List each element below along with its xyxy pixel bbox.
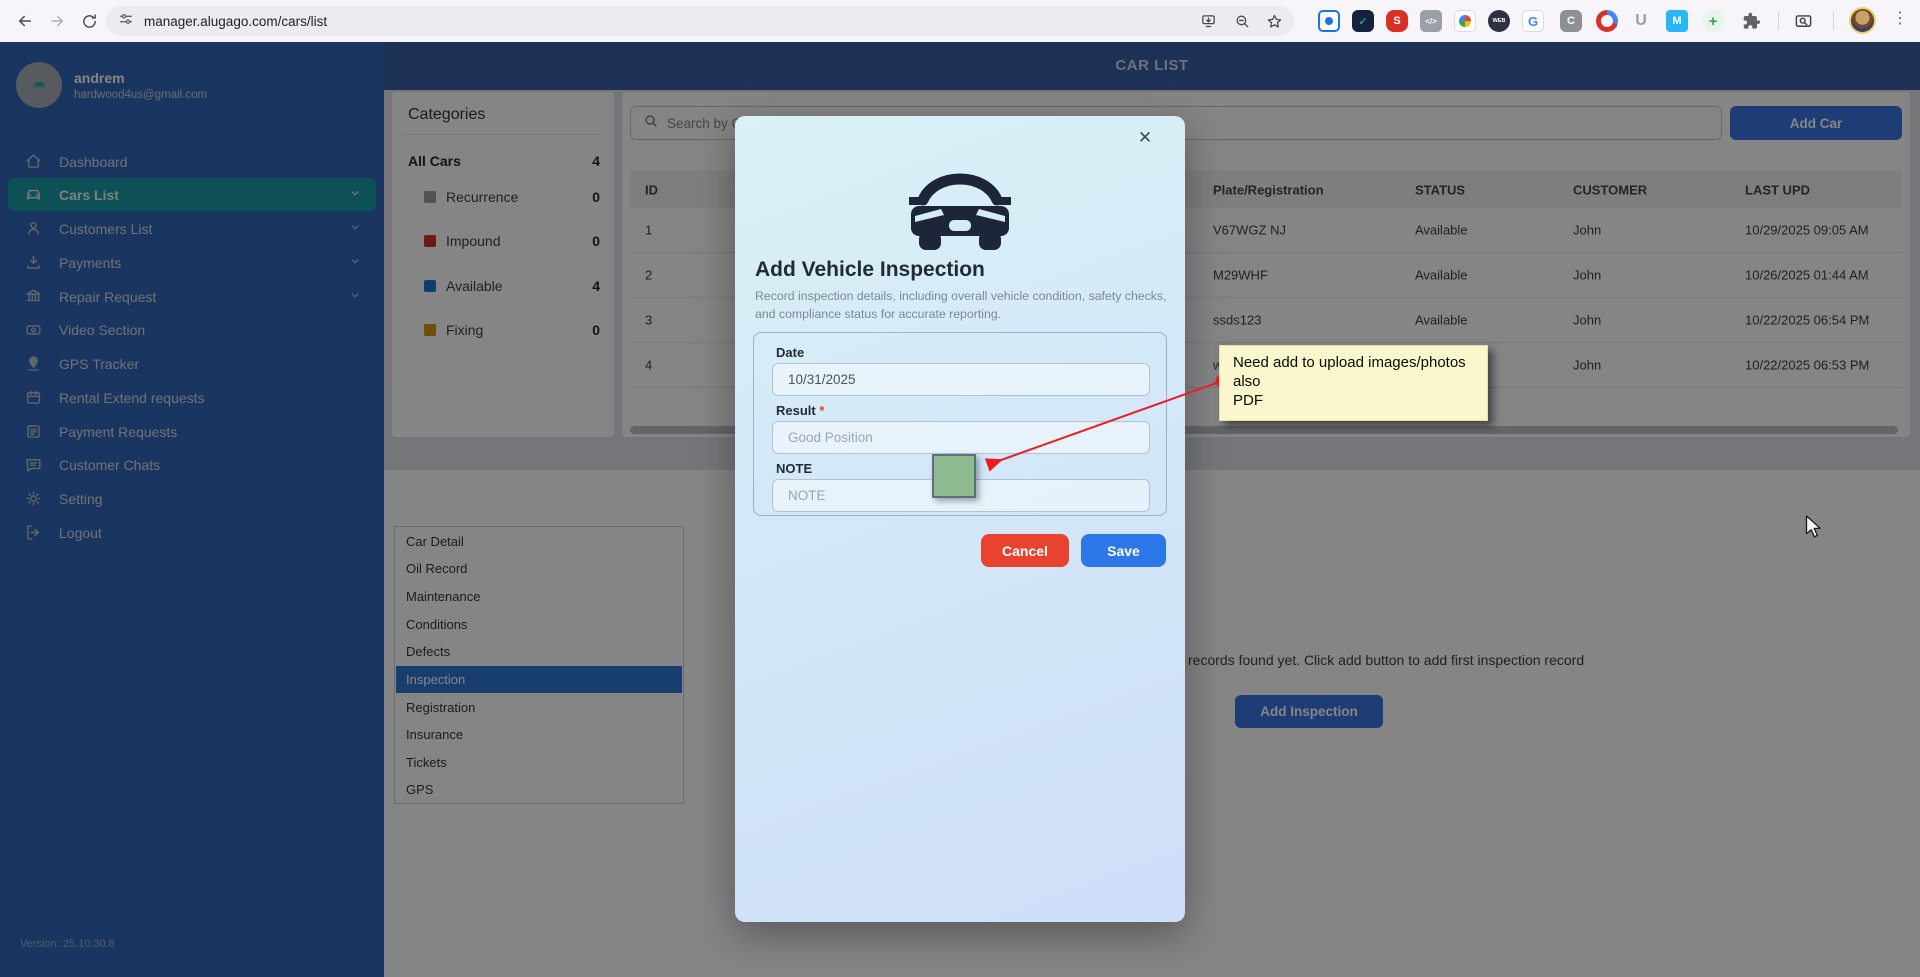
annotation-green-box	[932, 454, 976, 498]
tab-search-icon[interactable]	[1792, 10, 1814, 32]
m-extension-icon[interactable]: M	[1666, 10, 1688, 32]
c-extension-icon[interactable]: C	[1560, 10, 1582, 32]
annotation-sticky-note: Need add to upload images/photos also PD…	[1219, 345, 1488, 421]
car-front-icon	[905, 164, 1015, 255]
dot-extension-icon[interactable]	[1318, 10, 1340, 32]
bookmark-star-icon[interactable]	[1262, 9, 1286, 33]
note-label: NOTE	[776, 461, 812, 476]
profile-avatar[interactable]	[1849, 7, 1876, 34]
translate-extension-icon[interactable]: G	[1522, 10, 1544, 32]
u-extension-icon[interactable]: U	[1630, 10, 1652, 32]
browser-menu-icon[interactable]: ⋮	[1892, 8, 1908, 28]
add-extension-icon[interactable]: +	[1702, 10, 1724, 32]
browser-toolbar: manager.alugago.com/cars/list ✓ S </> WE…	[0, 0, 1920, 42]
web-extension-icon[interactable]: WEB	[1488, 10, 1510, 32]
reload-icon[interactable]	[76, 8, 102, 34]
cancel-button[interactable]: Cancel	[981, 534, 1069, 567]
tasks-extension-icon[interactable]: ✓	[1352, 10, 1374, 32]
extensions-puzzle-icon[interactable]	[1740, 10, 1762, 32]
close-icon[interactable]: ✕	[1133, 126, 1157, 150]
modal-title: Add Vehicle Inspection	[755, 258, 985, 282]
result-input[interactable]	[772, 421, 1150, 454]
code-extension-icon[interactable]: </>	[1420, 10, 1442, 32]
date-label: Date	[776, 345, 804, 360]
install-app-icon[interactable]	[1196, 9, 1220, 33]
screenshot-extension-icon[interactable]	[1454, 10, 1476, 32]
url-bar[interactable]: manager.alugago.com/cars/list	[106, 6, 1294, 36]
back-icon[interactable]	[12, 8, 38, 34]
toolbar-divider	[1833, 12, 1834, 30]
modal-description: Record inspection details, including ove…	[755, 288, 1173, 324]
required-asterisk: *	[819, 403, 824, 418]
save-button[interactable]: Save	[1081, 534, 1166, 567]
toolbar-divider	[1778, 12, 1779, 30]
date-input[interactable]	[772, 363, 1150, 396]
seo-extension-icon[interactable]: S	[1386, 10, 1408, 32]
forward-icon[interactable]	[44, 8, 70, 34]
result-label: Result *	[776, 403, 824, 418]
add-vehicle-inspection-modal: ✕ Add Vehicle Inspection Record inspecti…	[735, 116, 1185, 922]
zoom-out-icon[interactable]	[1230, 9, 1254, 33]
url-text[interactable]: manager.alugago.com/cars/list	[144, 14, 327, 29]
mouse-cursor	[1805, 515, 1827, 539]
tune-icon[interactable]	[118, 11, 134, 32]
ring-extension-icon[interactable]	[1596, 10, 1618, 32]
